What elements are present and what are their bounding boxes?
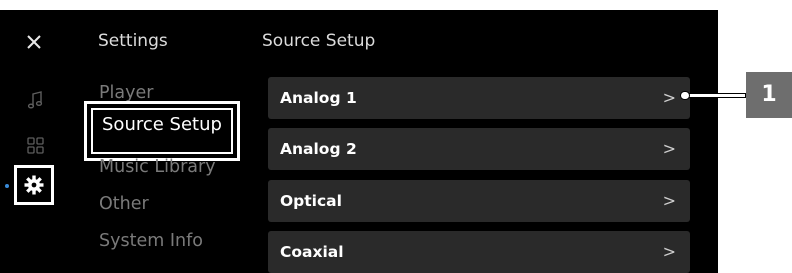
- source-row-label: Optical: [280, 192, 342, 210]
- source-row-optical[interactable]: Optical >: [268, 180, 690, 222]
- device-screen: Settings Source Setup Player Source Setu…: [0, 10, 718, 273]
- source-row-label: Analog 2: [280, 140, 357, 158]
- grid-icon: [27, 137, 44, 154]
- callout-leader-line: [686, 93, 746, 98]
- panel-title: Source Setup: [262, 31, 376, 51]
- close-button[interactable]: [22, 30, 46, 54]
- menu-item-label: Source Setup: [91, 108, 233, 154]
- close-icon: [27, 35, 41, 49]
- menu-item-music-library[interactable]: Music Library: [99, 155, 216, 179]
- gear-icon: [24, 175, 44, 195]
- source-row-label: Coaxial: [280, 243, 344, 261]
- chevron-right-icon: >: [662, 139, 676, 158]
- source-row-analog-1[interactable]: Analog 1 >: [268, 77, 690, 119]
- chevron-right-icon: >: [662, 242, 676, 261]
- chevron-right-icon: >: [662, 191, 676, 210]
- sidebar-settings-button[interactable]: [14, 165, 54, 205]
- menu-item-system-info[interactable]: System Info: [99, 229, 203, 253]
- sidebar-selection-marker: [5, 184, 9, 188]
- music-note-icon: [27, 91, 43, 109]
- sidebar-music-button[interactable]: [22, 86, 50, 114]
- menu-item-source-setup[interactable]: Source Setup: [84, 101, 240, 161]
- source-row-label: Analog 1: [280, 89, 357, 107]
- callout-leader-dot: [680, 91, 690, 100]
- callout-number-badge: 1: [746, 72, 792, 118]
- source-row-coaxial[interactable]: Coaxial >: [268, 231, 690, 273]
- settings-title: Settings: [98, 31, 168, 51]
- source-row-analog-2[interactable]: Analog 2 >: [268, 128, 690, 170]
- menu-item-other[interactable]: Other: [99, 192, 149, 216]
- chevron-right-icon: >: [662, 88, 676, 107]
- sidebar-grid-button[interactable]: [22, 132, 50, 160]
